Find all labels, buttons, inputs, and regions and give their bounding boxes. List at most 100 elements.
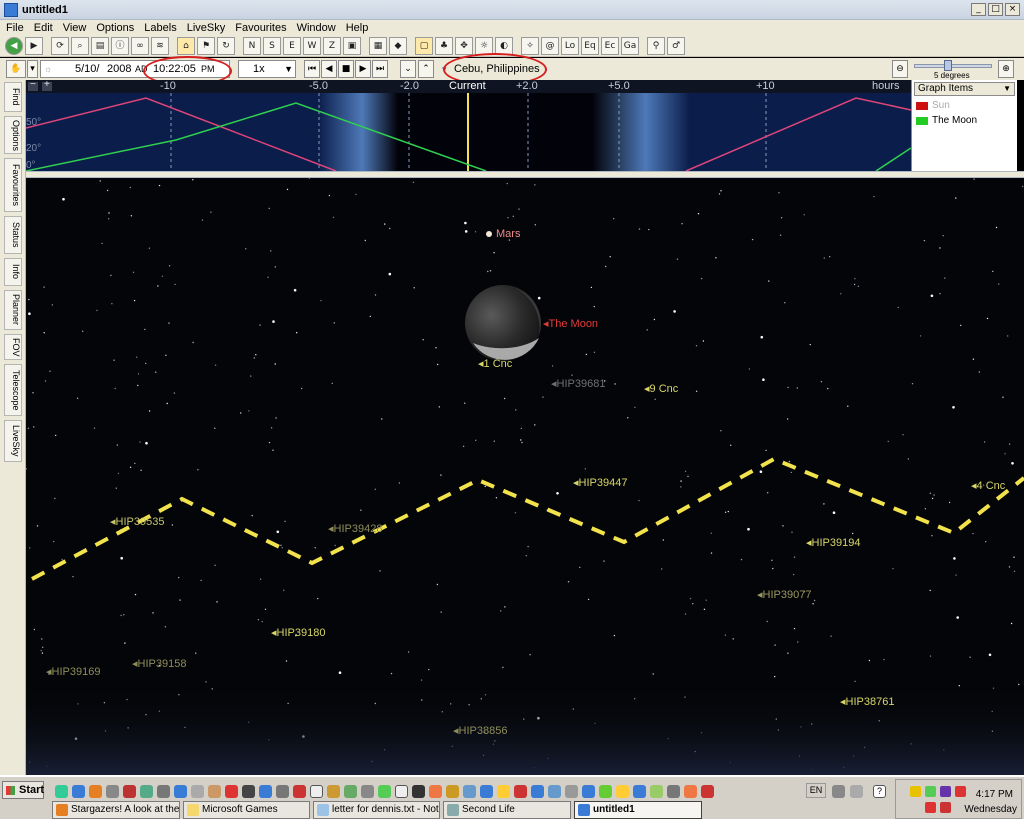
east-view-icon[interactable]: E: [283, 36, 301, 55]
play-icon[interactable]: ▶: [355, 60, 371, 78]
galactic-grid-icon[interactable]: Ga: [621, 36, 639, 55]
label-hip39447[interactable]: ◂HIP39447: [573, 476, 627, 489]
app-icon-25[interactable]: [514, 785, 527, 798]
app-icon-2[interactable]: [123, 785, 136, 798]
tab-favourites[interactable]: Favourites: [4, 158, 22, 212]
app-icon-22[interactable]: [463, 785, 476, 798]
label-mars[interactable]: Mars: [496, 228, 520, 240]
ecliptic-grid-icon[interactable]: Ec: [601, 36, 619, 55]
firefox-icon[interactable]: [89, 785, 102, 798]
clock[interactable]: 4:17 PM: [976, 789, 1013, 800]
app-icon-33[interactable]: [650, 785, 663, 798]
label-hip39169[interactable]: ◂HIP39169: [46, 665, 100, 678]
horizon-icon[interactable]: ▢: [415, 36, 433, 55]
tab-fov[interactable]: FOV: [4, 334, 22, 360]
menu-edit[interactable]: Edit: [34, 22, 53, 34]
label-hip39194[interactable]: ◂HIP39194: [806, 536, 860, 549]
tab-options[interactable]: Options: [4, 116, 22, 154]
print-icon[interactable]: ▤: [91, 36, 109, 55]
app-icon-14[interactable]: [327, 785, 340, 798]
app-icon-1[interactable]: [106, 785, 119, 798]
task-button-microsoft-games[interactable]: Microsoft Games: [183, 801, 310, 819]
label-moon[interactable]: ◂The Moon: [543, 317, 598, 330]
hand-tool-icon[interactable]: ✋: [6, 60, 26, 78]
menu-favourites[interactable]: Favourites: [235, 22, 286, 34]
layers-icon[interactable]: ≋: [151, 36, 169, 55]
alert-icon[interactable]: [955, 786, 966, 797]
rewind-start-icon[interactable]: ⏮: [304, 60, 320, 78]
app-icon-20[interactable]: [429, 785, 442, 798]
telescope-icon[interactable]: ⚲: [647, 36, 665, 55]
label-9-cnc[interactable]: ◂9 Cnc: [644, 382, 678, 395]
graph-expand-icon[interactable]: +: [44, 80, 50, 90]
sky-view[interactable]: Mars ◂The Moon ◂1 Cnc ◂HIP39681 ◂9 Cnc ◂…: [26, 178, 1024, 775]
keyboard-icon[interactable]: [850, 785, 863, 798]
help-icon[interactable]: ?: [873, 785, 886, 798]
app-icon-24[interactable]: [497, 785, 510, 798]
location-value[interactable]: Cebu, Philippines: [454, 63, 540, 75]
label-hip39428[interactable]: ◂HIP39428: [328, 522, 382, 535]
galaxy-icon[interactable]: @: [541, 36, 559, 55]
app-icon-11[interactable]: [276, 785, 289, 798]
label-hip38761[interactable]: ◂HIP38761: [840, 695, 894, 708]
app-icon-29[interactable]: [582, 785, 595, 798]
label-1-cnc[interactable]: ◂1 Cnc: [478, 357, 512, 370]
location-dropdown-icon[interactable]: ▾: [442, 64, 447, 75]
forward-end-icon[interactable]: ⏭: [372, 60, 388, 78]
app-icon-28[interactable]: [565, 785, 578, 798]
app-icon-4[interactable]: [157, 785, 170, 798]
app-icon-26[interactable]: [531, 785, 544, 798]
app-icon-31[interactable]: [616, 785, 629, 798]
menu-labels[interactable]: Labels: [144, 22, 176, 34]
menu-view[interactable]: View: [63, 22, 87, 34]
messenger-icon[interactable]: [940, 786, 951, 797]
tab-livesky[interactable]: LiveSky: [4, 420, 22, 462]
app-icon-12[interactable]: [293, 785, 306, 798]
west-view-icon[interactable]: W: [303, 36, 321, 55]
planet-icon[interactable]: ◐: [495, 36, 513, 55]
zoom-slider-thumb[interactable]: [944, 60, 952, 71]
tree-icon[interactable]: ♣: [435, 36, 453, 55]
refresh-icon[interactable]: ⟳: [51, 36, 69, 55]
graph-items-select[interactable]: Graph Items ▼: [914, 82, 1015, 96]
menu-help[interactable]: Help: [346, 22, 369, 34]
app-icon-10[interactable]: [259, 785, 272, 798]
task-button-untitled1[interactable]: untitled1: [574, 801, 702, 819]
shield-icon[interactable]: [910, 786, 921, 797]
app-icon-15[interactable]: [344, 785, 357, 798]
app-icon-34[interactable]: [667, 785, 680, 798]
reverse-icon[interactable]: ◀: [321, 60, 337, 78]
chart-icon[interactable]: ▦: [369, 36, 387, 55]
tab-info[interactable]: Info: [4, 258, 22, 286]
south-view-icon[interactable]: S: [263, 36, 281, 55]
flag-icon[interactable]: ⚑: [197, 36, 215, 55]
label-4-cnc[interactable]: ◂4 Cnc: [971, 479, 1005, 492]
tab-find[interactable]: Find: [4, 82, 22, 112]
local-grid-icon[interactable]: Lo: [561, 36, 579, 55]
north-view-icon[interactable]: N: [243, 36, 261, 55]
menu-window[interactable]: Window: [297, 22, 336, 34]
minimize-button[interactable]: _: [971, 3, 986, 16]
app-icon-21[interactable]: [446, 785, 459, 798]
tab-planner[interactable]: Planner: [4, 290, 22, 330]
start-button[interactable]: Start: [2, 781, 44, 799]
antivirus-icon[interactable]: [925, 802, 936, 813]
cardinal-icon[interactable]: ✥: [455, 36, 473, 55]
step-down-icon[interactable]: ⌄: [400, 60, 416, 78]
binoculars-icon[interactable]: ∞: [131, 36, 149, 55]
constellation-icon[interactable]: ✧: [521, 36, 539, 55]
menu-options[interactable]: Options: [96, 22, 134, 34]
app-icon-35[interactable]: [684, 785, 697, 798]
app-icon-5[interactable]: [174, 785, 187, 798]
menu-livesky[interactable]: LiveSky: [187, 22, 226, 34]
app-icon-30[interactable]: [599, 785, 612, 798]
label-hip39681[interactable]: ◂HIP39681: [551, 377, 605, 390]
label-hip39077[interactable]: ◂HIP39077: [757, 588, 811, 601]
search-icon[interactable]: ⌕: [71, 36, 89, 55]
task-button-second-life[interactable]: Second Life: [443, 801, 571, 819]
zenith-view-icon[interactable]: Z: [323, 36, 341, 55]
label-hip39158[interactable]: ◂HIP39158: [132, 657, 186, 670]
label-hip39535[interactable]: ◂HIP39535: [110, 515, 164, 528]
time-rate-select[interactable]: 1x ▼: [238, 60, 296, 78]
app-icon-36[interactable]: [701, 785, 714, 798]
